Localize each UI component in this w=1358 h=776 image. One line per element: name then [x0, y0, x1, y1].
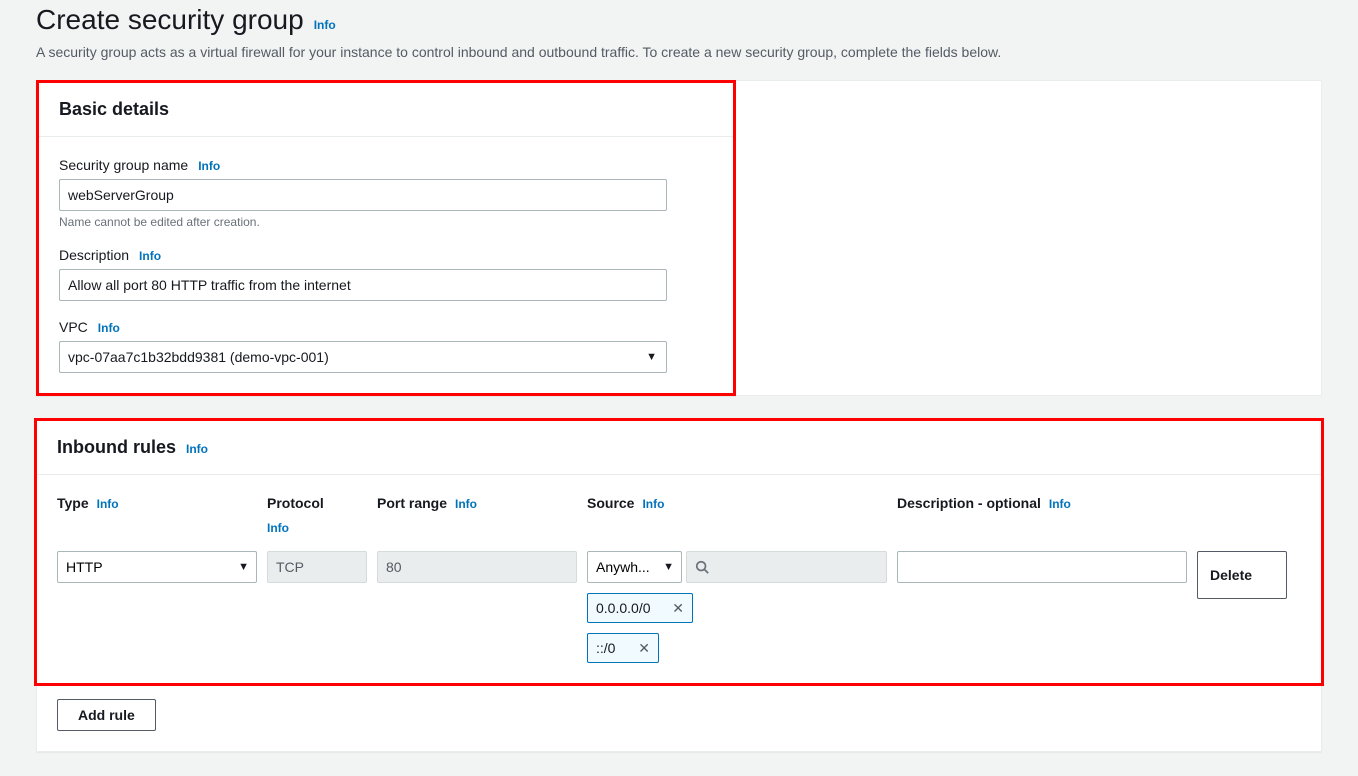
- rule-source-search[interactable]: [686, 551, 887, 583]
- basic-details-panel: Basic details Security group name Info N…: [36, 80, 736, 396]
- close-icon[interactable]: ✕: [670, 600, 686, 617]
- vpc-select[interactable]: [59, 341, 667, 373]
- rule-description-input[interactable]: [897, 551, 1187, 583]
- sg-name-label: Security group name: [59, 157, 188, 173]
- rule-type-select[interactable]: [57, 551, 257, 583]
- source-tags: 0.0.0.0/0 ✕ ::/0 ✕: [587, 593, 887, 663]
- col-source-info[interactable]: Info: [642, 497, 664, 511]
- source-tag-label: 0.0.0.0/0: [596, 600, 651, 616]
- col-type-label: Type: [57, 495, 89, 511]
- col-protocol-label: Protocol: [267, 495, 324, 511]
- rule-port-input: [377, 551, 577, 583]
- sg-name-helper: Name cannot be edited after creation.: [59, 215, 713, 229]
- col-source-label: Source: [587, 495, 634, 511]
- col-port-info[interactable]: Info: [455, 497, 477, 511]
- delete-rule-button[interactable]: Delete: [1197, 551, 1287, 599]
- search-icon: [695, 560, 709, 574]
- rule-source-type-select[interactable]: [587, 551, 682, 583]
- description-label: Description: [59, 247, 129, 263]
- col-protocol-info[interactable]: Info: [267, 521, 289, 535]
- col-desc-info[interactable]: Info: [1049, 497, 1071, 511]
- basic-details-panel-right: [736, 80, 1322, 396]
- inbound-info-link[interactable]: Info: [186, 442, 208, 456]
- inbound-rules-title: Inbound rules: [57, 437, 176, 458]
- page-info-link[interactable]: Info: [314, 18, 336, 32]
- sg-name-input[interactable]: [59, 179, 667, 211]
- description-info-link[interactable]: Info: [139, 249, 161, 263]
- col-type-info[interactable]: Info: [97, 497, 119, 511]
- page-subtitle: A security group acts as a virtual firew…: [36, 44, 1322, 80]
- source-tag: 0.0.0.0/0 ✕: [587, 593, 693, 623]
- basic-details-title: Basic details: [59, 99, 169, 120]
- vpc-info-link[interactable]: Info: [98, 321, 120, 335]
- close-icon[interactable]: ✕: [636, 640, 652, 657]
- col-desc-label: Description - optional: [897, 495, 1041, 511]
- page-title: Create security group: [36, 4, 304, 36]
- add-rule-button[interactable]: Add rule: [57, 699, 156, 731]
- vpc-label: VPC: [59, 319, 88, 335]
- source-tag-label: ::/0: [596, 640, 615, 656]
- source-tag: ::/0 ✕: [587, 633, 659, 663]
- sg-name-info-link[interactable]: Info: [198, 159, 220, 173]
- col-port-label: Port range: [377, 495, 447, 511]
- rule-protocol-input: [267, 551, 367, 583]
- description-input[interactable]: [59, 269, 667, 301]
- inbound-rules-panel: Inbound rules Info Type Info Protocol In…: [36, 420, 1322, 752]
